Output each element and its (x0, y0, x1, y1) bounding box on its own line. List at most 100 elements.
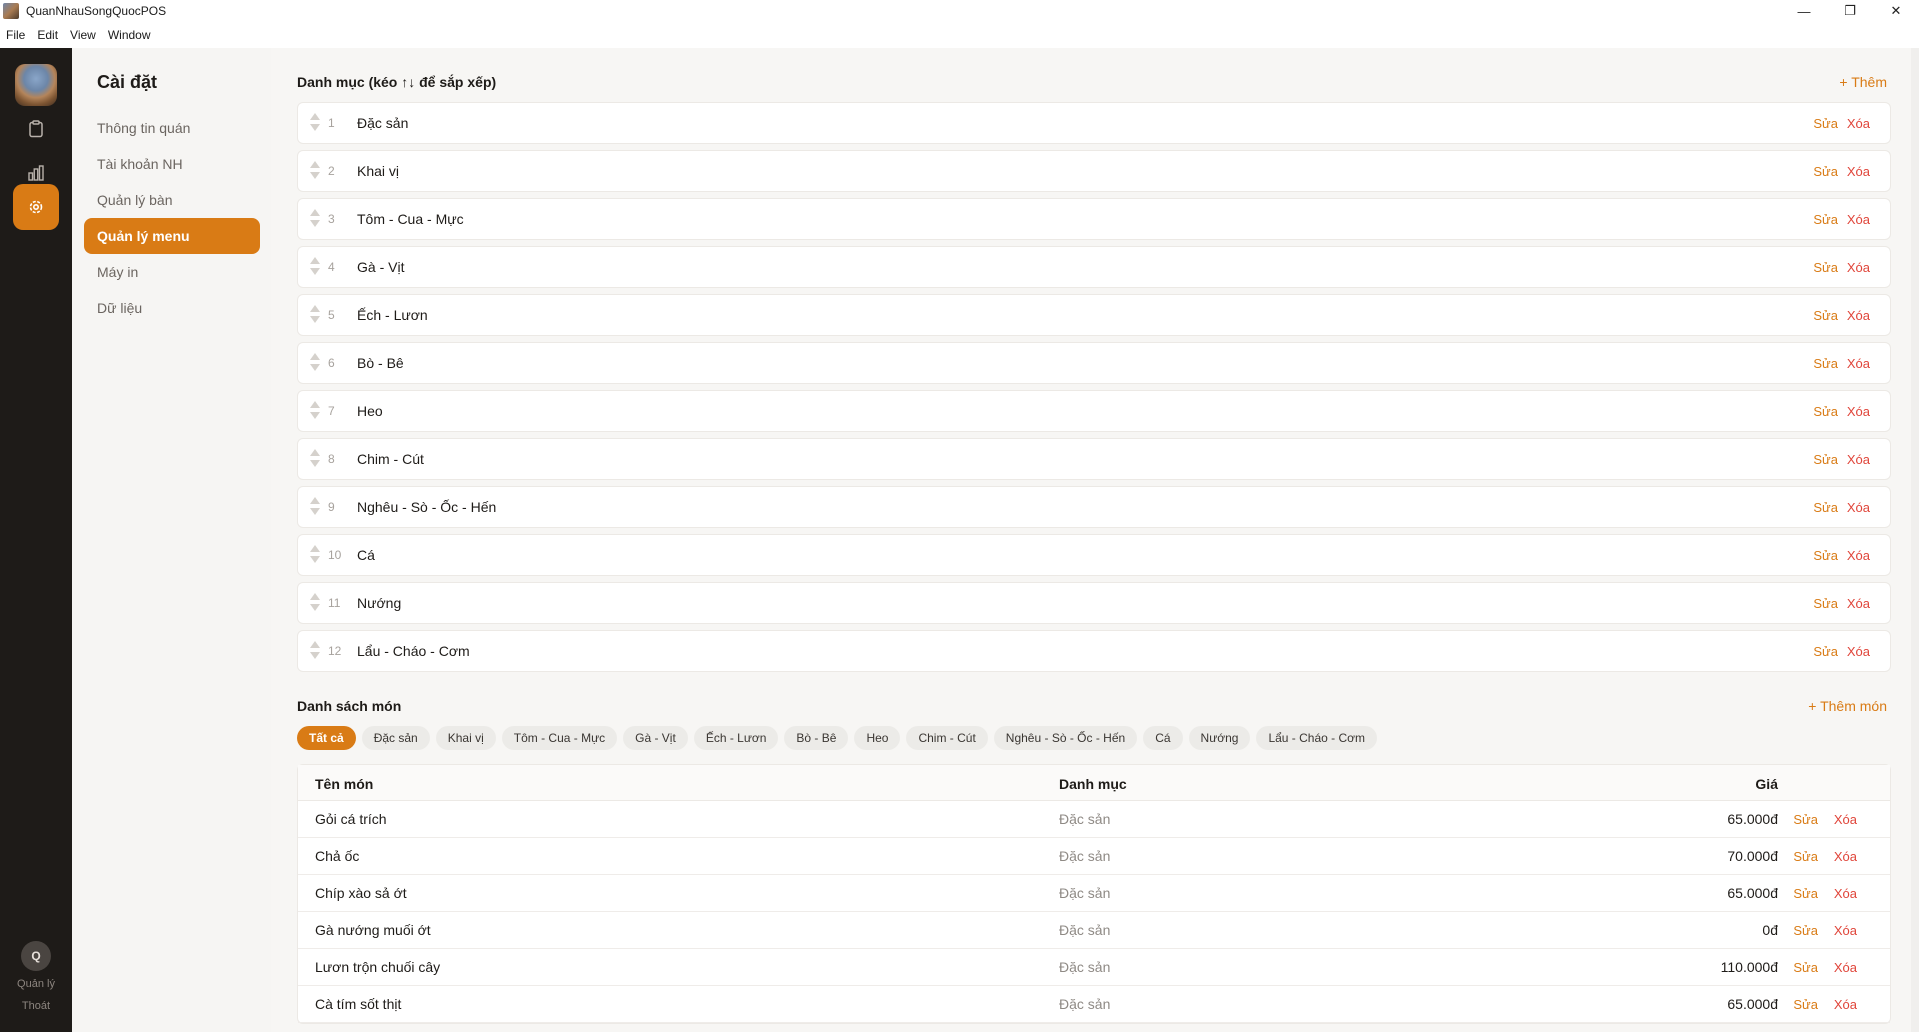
user-avatar[interactable]: Q (21, 941, 51, 971)
filter-chip[interactable]: Gà - Vịt (623, 726, 688, 750)
orders-nav-button[interactable] (13, 106, 59, 152)
drag-handle-icon[interactable] (310, 161, 320, 181)
table-row[interactable]: Chả ốc Đặc sản 70.000đ Sửa Xóa (298, 838, 1890, 875)
category-row[interactable]: 4 Gà - Vịt Sửa Xóa (297, 246, 1891, 288)
drag-handle-icon[interactable] (310, 497, 320, 517)
sidebar-item-data[interactable]: Dữ liệu (84, 290, 260, 326)
delete-category-button[interactable]: Xóa (1847, 644, 1870, 659)
delete-category-button[interactable]: Xóa (1847, 452, 1870, 467)
logout-button[interactable]: Thoát (0, 1000, 72, 1012)
category-row[interactable]: 9 Nghêu - Sò - Ốc - Hến Sửa Xóa (297, 486, 1891, 528)
delete-category-button[interactable]: Xóa (1847, 596, 1870, 611)
sidebar-item-store-info[interactable]: Thông tin quán (84, 110, 260, 146)
sidebar-item-printer[interactable]: Máy in (84, 254, 260, 290)
filter-chip[interactable]: Lẩu - Cháo - Cơm (1256, 726, 1378, 750)
filter-chip[interactable]: Nướng (1188, 726, 1251, 750)
filter-chip[interactable]: Chim - Cút (906, 726, 988, 750)
filter-chip[interactable]: Tất cả (297, 726, 356, 750)
delete-category-button[interactable]: Xóa (1847, 212, 1870, 227)
drag-handle-icon[interactable] (310, 449, 320, 469)
filter-chip[interactable]: Nghêu - Sò - Ốc - Hến (993, 726, 1138, 750)
table-row[interactable]: Gỏi cá trích Đặc sản 65.000đ Sửa Xóa (298, 801, 1890, 838)
menu-window[interactable]: Window (102, 28, 157, 42)
edit-category-button[interactable]: Sửa (1813, 116, 1838, 131)
edit-dish-button[interactable]: Sửa (1793, 849, 1818, 864)
edit-category-button[interactable]: Sửa (1813, 452, 1838, 467)
close-button[interactable]: ✕ (1873, 0, 1919, 22)
drag-handle-icon[interactable] (310, 209, 320, 229)
filter-chip[interactable]: Bò - Bê (784, 726, 849, 750)
delete-category-button[interactable]: Xóa (1847, 308, 1870, 323)
menu-edit[interactable]: Edit (31, 28, 64, 42)
sidebar-item-bank-account[interactable]: Tài khoản NH (84, 146, 260, 182)
sidebar-item-tables[interactable]: Quản lý bàn (84, 182, 260, 218)
drag-handle-icon[interactable] (310, 401, 320, 421)
edit-category-button[interactable]: Sửa (1813, 260, 1838, 275)
drag-handle-icon[interactable] (310, 257, 320, 277)
filter-chip[interactable]: Tôm - Cua - Mực (501, 726, 618, 750)
edit-dish-button[interactable]: Sửa (1793, 923, 1818, 938)
user-role: Quản lý (17, 978, 55, 990)
category-row[interactable]: 3 Tôm - Cua - Mực Sửa Xóa (297, 198, 1891, 240)
add-category-button[interactable]: + Thêm (1839, 74, 1887, 90)
table-row[interactable]: Chíp xào sả ớt Đặc sản 65.000đ Sửa Xóa (298, 875, 1890, 912)
delete-category-button[interactable]: Xóa (1847, 404, 1870, 419)
filter-chip[interactable]: Ếch - Lươn (693, 726, 779, 750)
edit-dish-button[interactable]: Sửa (1793, 812, 1818, 827)
filter-chip[interactable]: Khai vị (435, 726, 496, 750)
edit-category-button[interactable]: Sửa (1813, 548, 1838, 563)
table-row[interactable]: Gà nướng muối ớt Đặc sản 0đ Sửa Xóa (298, 912, 1890, 949)
category-row[interactable]: 2 Khai vị Sửa Xóa (297, 150, 1891, 192)
category-row[interactable]: 10 Cá Sửa Xóa (297, 534, 1891, 576)
edit-category-button[interactable]: Sửa (1813, 644, 1838, 659)
category-row[interactable]: 5 Ếch - Lươn Sửa Xóa (297, 294, 1891, 336)
maximize-button[interactable]: ❐ (1827, 0, 1873, 22)
table-row[interactable]: Lươn trộn chuối cây Đặc sản 110.000đ Sửa Xóa (298, 949, 1890, 986)
filter-chip[interactable]: Cá (1143, 726, 1183, 750)
edit-dish-button[interactable]: Sửa (1793, 886, 1818, 901)
edit-dish-button[interactable]: Sửa (1793, 960, 1818, 975)
drag-handle-icon[interactable] (310, 593, 320, 613)
table-row[interactable]: Cà tím sốt thịt Đặc sản 65.000đ Sửa Xóa (298, 986, 1890, 1023)
delete-dish-button[interactable]: Xóa (1834, 997, 1857, 1012)
category-row[interactable]: 1 Đặc sản Sửa Xóa (297, 102, 1891, 144)
add-dish-button[interactable]: + Thêm món (1808, 698, 1887, 714)
drag-handle-icon[interactable] (310, 545, 320, 565)
drag-handle-icon[interactable] (310, 641, 320, 661)
delete-category-button[interactable]: Xóa (1847, 500, 1870, 515)
menu-file[interactable]: File (0, 28, 31, 42)
edit-category-button[interactable]: Sửa (1813, 356, 1838, 371)
delete-category-button[interactable]: Xóa (1847, 260, 1870, 275)
category-row[interactable]: 8 Chim - Cút Sửa Xóa (297, 438, 1891, 480)
drag-handle-icon[interactable] (310, 305, 320, 325)
settings-nav-button[interactable] (13, 184, 59, 230)
category-row[interactable]: 12 Lẩu - Cháo - Cơm Sửa Xóa (297, 630, 1891, 672)
delete-dish-button[interactable]: Xóa (1834, 923, 1857, 938)
delete-category-button[interactable]: Xóa (1847, 164, 1870, 179)
delete-dish-button[interactable]: Xóa (1834, 812, 1857, 827)
edit-category-button[interactable]: Sửa (1813, 164, 1838, 179)
edit-dish-button[interactable]: Sửa (1793, 997, 1818, 1012)
scrollbar[interactable] (1911, 48, 1919, 1032)
delete-dish-button[interactable]: Xóa (1834, 960, 1857, 975)
edit-category-button[interactable]: Sửa (1813, 596, 1838, 611)
delete-category-button[interactable]: Xóa (1847, 548, 1870, 563)
sidebar-item-menu[interactable]: Quản lý menu (84, 218, 260, 254)
edit-category-button[interactable]: Sửa (1813, 212, 1838, 227)
edit-category-button[interactable]: Sửa (1813, 404, 1838, 419)
delete-dish-button[interactable]: Xóa (1834, 886, 1857, 901)
category-row[interactable]: 6 Bò - Bê Sửa Xóa (297, 342, 1891, 384)
edit-category-button[interactable]: Sửa (1813, 500, 1838, 515)
drag-handle-icon[interactable] (310, 353, 320, 373)
edit-category-button[interactable]: Sửa (1813, 308, 1838, 323)
menu-view[interactable]: View (64, 28, 102, 42)
delete-category-button[interactable]: Xóa (1847, 356, 1870, 371)
delete-category-button[interactable]: Xóa (1847, 116, 1870, 131)
drag-handle-icon[interactable] (310, 113, 320, 133)
delete-dish-button[interactable]: Xóa (1834, 849, 1857, 864)
category-row[interactable]: 7 Heo Sửa Xóa (297, 390, 1891, 432)
filter-chip[interactable]: Heo (854, 726, 901, 750)
filter-chip[interactable]: Đặc sản (361, 726, 430, 750)
minimize-button[interactable]: — (1781, 0, 1827, 22)
category-row[interactable]: 11 Nướng Sửa Xóa (297, 582, 1891, 624)
